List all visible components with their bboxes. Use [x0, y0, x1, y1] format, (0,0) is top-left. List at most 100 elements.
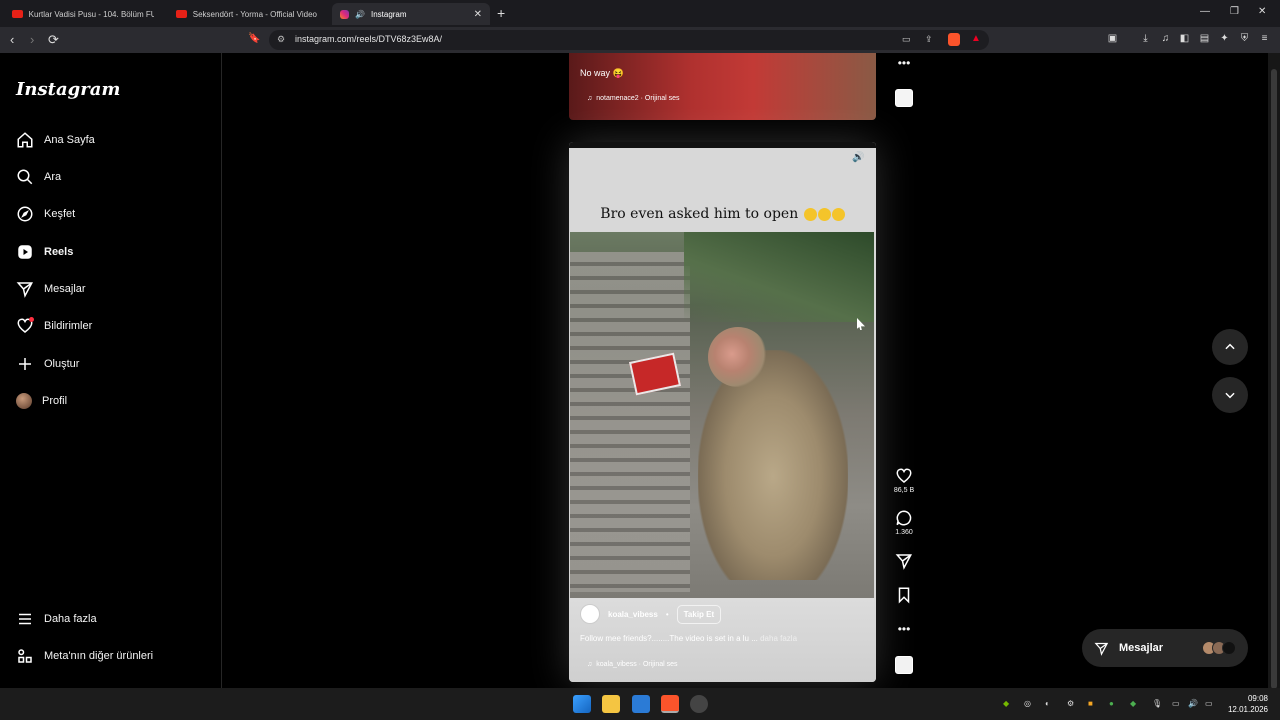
- music-icon[interactable]: ♫: [1159, 33, 1172, 45]
- sidebar-item-home[interactable]: Ana Sayfa: [16, 128, 95, 152]
- avatar: [16, 393, 32, 409]
- leo-ai-icon[interactable]: ✦: [1218, 33, 1231, 45]
- more-options-icon[interactable]: •••: [888, 622, 920, 636]
- next-reel-button[interactable]: [1212, 377, 1248, 413]
- wallet-icon[interactable]: ▤: [1198, 33, 1211, 45]
- menu-icon[interactable]: ≡: [1258, 33, 1271, 45]
- sidebar-item-profile[interactable]: Profil: [16, 389, 67, 413]
- reel-audio[interactable]: ♫ koala_vibess · Orijinal ses: [587, 661, 678, 668]
- volume-icon[interactable]: 🔊: [1188, 699, 1198, 709]
- messages-label: Mesajlar: [1119, 642, 1164, 654]
- minimize-button[interactable]: —: [1200, 6, 1210, 17]
- avatar[interactable]: [580, 604, 600, 624]
- comment-count: 1.360: [895, 529, 913, 536]
- audio-label: notamenace2 · Orijinal ses: [596, 95, 680, 102]
- sidebar-item-label: Oluştur: [44, 358, 80, 370]
- follow-button[interactable]: Takip Et: [676, 604, 722, 624]
- sidebar-item-more[interactable]: Daha fazla: [16, 607, 97, 631]
- obs-icon[interactable]: [690, 695, 708, 713]
- prev-more-options-icon[interactable]: •••: [888, 56, 920, 70]
- shield-icon[interactable]: ◆: [1130, 699, 1140, 709]
- downloads-icon[interactable]: ⤓: [1139, 33, 1152, 45]
- brave-shields-icon[interactable]: [948, 33, 960, 46]
- restore-button[interactable]: ❐: [1230, 6, 1239, 17]
- sidebar-item-search[interactable]: Ara: [16, 165, 61, 189]
- instagram-logo[interactable]: Instagram: [16, 79, 120, 100]
- address-bar[interactable]: ⚙ instagram.com/reels/DTV68z3Ew8A/ ▭ ⇪ ▲: [269, 30, 989, 50]
- browser-toolbar: ‹ › ⟳ 🔖 ⚙ instagram.com/reels/DTV68z3Ew8…: [0, 27, 1280, 53]
- bookmark-icon[interactable]: 🔖: [248, 33, 261, 45]
- sidebar-item-messages[interactable]: Mesajlar: [16, 277, 86, 301]
- comment-button[interactable]: 1.360: [888, 509, 920, 536]
- sidebar-item-label: Reels: [44, 246, 74, 258]
- sidebar-item-explore[interactable]: Keşfet: [16, 202, 75, 226]
- stone-steps: [570, 252, 690, 592]
- tray-app-icon[interactable]: ■: [1088, 699, 1098, 709]
- tab-instagram[interactable]: 🔊 Instagram ✕: [332, 3, 490, 25]
- sidebar-item-meta[interactable]: Meta'nın diğer ürünleri: [16, 644, 153, 668]
- scrollbar-thumb[interactable]: [1271, 69, 1277, 689]
- nvidia-icon[interactable]: ◆: [1003, 699, 1013, 709]
- close-tab-icon[interactable]: ✕: [474, 9, 482, 20]
- close-window-button[interactable]: ✕: [1258, 6, 1266, 17]
- reel-info: koala_vibess • Takip Et Follow mee frien…: [569, 598, 876, 682]
- tray-app-icon[interactable]: ◐: [1045, 699, 1055, 709]
- volume-icon[interactable]: 🔊: [852, 152, 864, 163]
- share-icon[interactable]: ⇪: [925, 34, 933, 45]
- share-button[interactable]: [888, 552, 920, 572]
- battery-icon[interactable]: ▭: [1205, 699, 1215, 709]
- vpn-icon[interactable]: ⛨: [1238, 33, 1251, 45]
- sidebar: Instagram Ana Sayfa Ara Keşfet Reels Mes…: [0, 53, 222, 688]
- reel-audio[interactable]: ♫ notamenace2 · Orijinal ses: [587, 95, 680, 102]
- forward-button[interactable]: ›: [30, 32, 34, 47]
- sidebar-panel-icon[interactable]: ▣: [1106, 33, 1119, 45]
- sidebar-item-reels[interactable]: Reels: [16, 240, 73, 264]
- sidebar-item-label: Profil: [42, 395, 68, 407]
- previous-reel[interactable]: No way 😝 ♫ notamenace2 · Orijinal ses: [569, 53, 876, 120]
- file-explorer-icon[interactable]: [602, 695, 620, 713]
- more-link[interactable]: daha fazla: [760, 634, 797, 643]
- reel-player[interactable]: 🔊 Bro even asked him to open koala_vibes…: [569, 142, 876, 682]
- settings-icon[interactable]: ⚙: [1067, 699, 1077, 709]
- like-button[interactable]: 86,5 B: [888, 467, 920, 494]
- clock-time: 09:08: [1247, 694, 1268, 703]
- grid-icon: [18, 649, 32, 663]
- reel-video[interactable]: [570, 232, 874, 598]
- message-avatars: [1202, 641, 1236, 655]
- tray-app-icon[interactable]: ●: [1109, 699, 1119, 709]
- description-text: Follow mee friends?........The video is …: [580, 634, 758, 643]
- brave-rewards-icon[interactable]: ▲: [971, 33, 981, 44]
- tab-title: Kurtlar Vadisi Pusu - 104. Bölüm FULL: [28, 9, 154, 19]
- reload-button[interactable]: ⟳: [48, 32, 59, 48]
- prev-audio-thumbnail[interactable]: [895, 89, 913, 107]
- comment-icon: [896, 510, 912, 526]
- brave-browser-icon[interactable]: [661, 695, 679, 713]
- new-tab-button[interactable]: +: [497, 5, 505, 21]
- sidebar-icon[interactable]: ◧: [1178, 33, 1191, 45]
- network-icon[interactable]: ▭: [1172, 699, 1182, 709]
- photos-icon[interactable]: [632, 695, 650, 713]
- cast-icon[interactable]: ▭: [902, 34, 911, 45]
- audio-thumbnail[interactable]: [895, 656, 913, 674]
- windows-start-icon[interactable]: [573, 695, 591, 713]
- previous-reel-button[interactable]: [1212, 329, 1248, 365]
- tray-app-icon[interactable]: ◎: [1024, 699, 1034, 709]
- system-clock[interactable]: 09:08 12.01.2026: [1228, 693, 1268, 715]
- sidebar-item-create[interactable]: Oluştur: [16, 352, 79, 376]
- sidebar-item-notifications[interactable]: Bildirimler: [16, 314, 92, 338]
- hamburger-icon: [19, 613, 31, 625]
- microphone-icon[interactable]: 🎙: [1152, 699, 1162, 709]
- username[interactable]: koala_vibess: [608, 610, 658, 619]
- reel-actions: ••• 86,5 B 1.360 •••: [888, 53, 920, 688]
- tab-kurtlar-vadisi[interactable]: Kurtlar Vadisi Pusu - 104. Bölüm FULL: [4, 3, 162, 25]
- messages-pill[interactable]: Mesajlar: [1082, 629, 1248, 667]
- back-button[interactable]: ‹: [10, 32, 14, 47]
- trees: [684, 232, 874, 322]
- sidebar-item-label: Keşfet: [44, 208, 76, 220]
- save-button[interactable]: [888, 586, 920, 606]
- like-count: 86,5 B: [893, 487, 915, 494]
- site-info-icon[interactable]: ⚙: [277, 34, 285, 45]
- page-scrollbar[interactable]: [1268, 53, 1280, 689]
- compass-icon: [17, 206, 33, 222]
- tab-seksendort[interactable]: Seksendört - Yorma - Official Video: [168, 3, 326, 25]
